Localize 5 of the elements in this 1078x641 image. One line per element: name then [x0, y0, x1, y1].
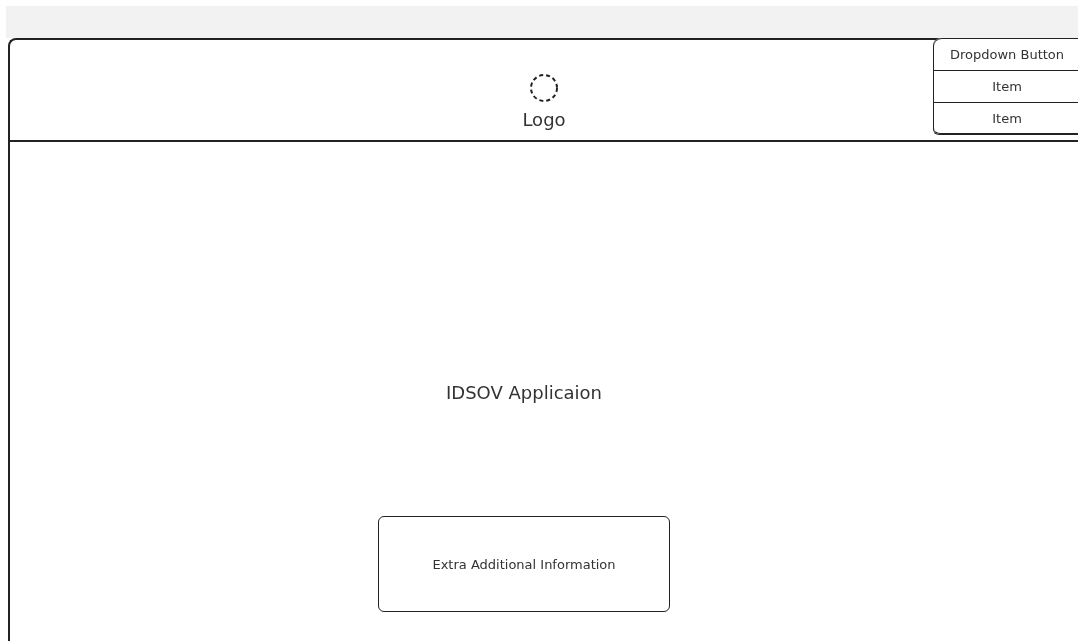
- app-title: IDSOV Applicaion: [446, 382, 602, 403]
- info-box: Extra Additional Information: [378, 516, 670, 612]
- dropdown-item[interactable]: Item: [934, 102, 1078, 134]
- logo-placeholder-icon: [527, 71, 561, 105]
- logo-text: Logo: [522, 109, 566, 130]
